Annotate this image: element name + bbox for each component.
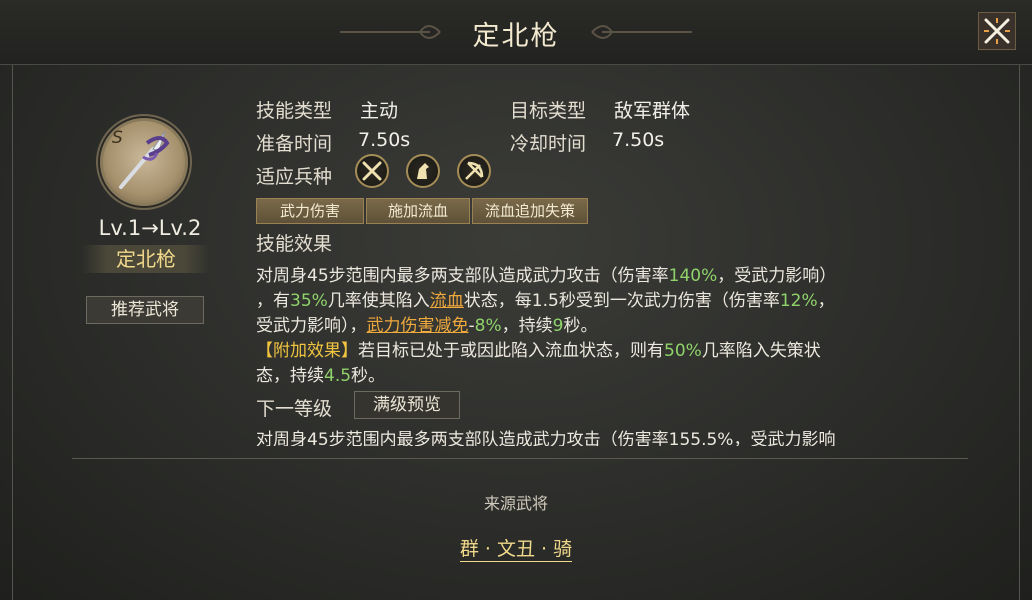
divider (72, 458, 968, 459)
cooldown-value: 7.50s (612, 129, 665, 151)
recommend-general-button[interactable]: 推荐武将 (86, 296, 204, 324)
tag-apply-bleed: 施加流血 (366, 198, 470, 224)
source-general-link[interactable]: 群 · 文丑 · 骑 (0, 534, 1032, 562)
prep-time-label: 准备时间 (256, 133, 333, 155)
next-level-description: 对周身45步范围内最多两支部队造成武力攻击（伤害率155.5%，受武力影响 (256, 430, 836, 446)
skill-type-label: 技能类型 (256, 100, 333, 122)
damage-reduction-link[interactable]: 武力伤害减免 (367, 316, 469, 336)
skill-level: Lv.1→Lv.2 (98, 216, 202, 240)
skill-grade: S (112, 128, 123, 148)
prep-time-value: 7.50s (358, 129, 411, 151)
target-type-value: 敌军群体 (614, 100, 691, 122)
next-level-label: 下一等级 (256, 398, 333, 420)
spear-troop-icon (355, 154, 389, 188)
max-level-preview-button[interactable]: 满级预览 (354, 391, 460, 419)
cavalry-troop-icon (406, 154, 440, 188)
skill-effect-label: 技能效果 (256, 233, 333, 255)
dialog-title: 定北枪 (472, 21, 560, 52)
skill-name: 定北枪 (82, 245, 210, 273)
troop-type-label: 适应兵种 (256, 166, 333, 188)
cooldown-label: 冷却时间 (510, 133, 587, 155)
skill-type-value: 主动 (360, 100, 399, 122)
tag-martial-damage: 武力伤害 (256, 198, 364, 224)
bleed-link[interactable]: 流血 (430, 291, 464, 311)
skill-effect-description: 对周身45步范围内最多两支部队造成武力攻击（伤害率140%，受武力影响） ，有3… (256, 266, 837, 386)
tag-bleed-confusion: 流血追加失策 (472, 198, 588, 224)
title-bar: 定北枪 (0, 0, 1032, 65)
target-type-label: 目标类型 (510, 100, 587, 122)
close-icon (984, 18, 1010, 44)
archer-troop-icon (457, 154, 491, 188)
close-button[interactable] (978, 12, 1016, 50)
source-general-label: 来源武将 (483, 494, 548, 513)
